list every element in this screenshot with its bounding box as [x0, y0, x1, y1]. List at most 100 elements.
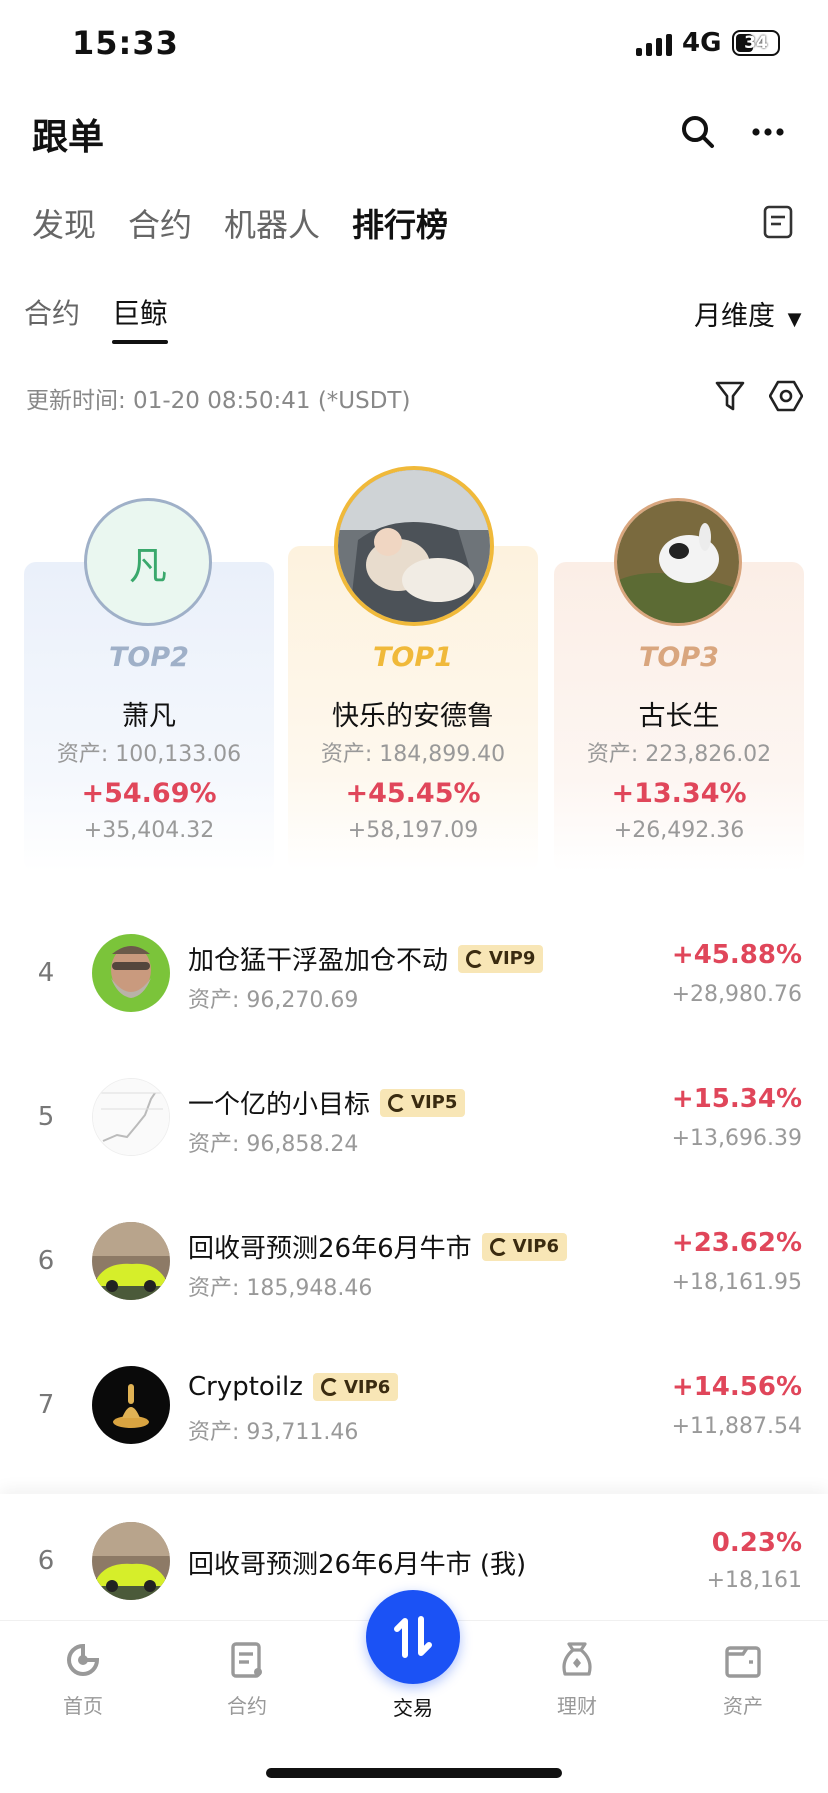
home-icon — [67, 1643, 100, 1676]
wallet-icon — [725, 1646, 761, 1678]
vip-label: VIP9 — [489, 948, 536, 969]
row-name[interactable]: 回收哥预测26年6月牛市 VIP6 — [188, 1228, 567, 1265]
row-pct: +14.56% — [671, 1372, 802, 1402]
filter-icon[interactable] — [710, 376, 750, 416]
vip-label: VIP6 — [343, 1376, 391, 1398]
vip-label: VIP5 — [411, 1092, 458, 1113]
more-icon[interactable] — [748, 112, 788, 152]
vip-icon — [489, 1237, 508, 1256]
signal-icon — [636, 34, 672, 56]
top1-pct: +45.45% — [345, 778, 481, 809]
my-rank: 6 — [37, 1546, 55, 1576]
status-time: 15:33 — [72, 24, 179, 62]
row-rank: 5 — [37, 1102, 55, 1132]
nav-assets[interactable]: 资产 — [688, 1640, 798, 1719]
row-assets: 资产: 96,270.69 — [188, 988, 359, 1013]
top2-pct: +54.69% — [81, 778, 217, 809]
caret-down-icon: ▼ — [787, 309, 802, 330]
row-pct: +15.34% — [671, 1084, 802, 1114]
row-name[interactable]: 一个亿的小目标 VIP5 — [188, 1084, 466, 1121]
subtab-underline — [112, 340, 168, 344]
nav-trade-label[interactable]: 交易 — [358, 1692, 468, 1721]
row-assets: 资产: 93,711.46 — [188, 1420, 359, 1445]
vip-badge: VIP6 — [481, 1232, 567, 1261]
row-name-text: 回收哥预测26年6月牛市 — [188, 1234, 472, 1264]
dimension-dropdown[interactable]: 月维度 ▼ — [694, 294, 801, 333]
vip-icon — [320, 1378, 339, 1396]
tab-leaderboard[interactable]: 排行榜 — [352, 200, 448, 246]
update-time: 更新时间: 01-20 08:50:41 (*USDT) — [26, 388, 411, 414]
avatar-top3[interactable] — [614, 498, 742, 626]
row-avatar[interactable] — [92, 1366, 170, 1444]
row-pnl: +18,161.95 — [671, 1270, 802, 1295]
vip-badge: VIP5 — [380, 1088, 466, 1117]
nav-home[interactable]: 首页 — [28, 1640, 138, 1719]
top2-pnl: +35,404.32 — [83, 818, 215, 843]
row-pct: +45.88% — [671, 940, 802, 970]
vip-badge: VIP9 — [458, 944, 544, 973]
avatar-top2[interactable]: 凡 — [84, 498, 212, 626]
top2-name: 萧凡 — [122, 701, 176, 732]
row-rank: 4 — [37, 958, 55, 988]
vip-icon — [388, 1093, 407, 1112]
my-name: 回收哥预测26年6月牛市 (我) — [188, 1550, 527, 1580]
search-icon[interactable] — [676, 110, 720, 154]
contract-icon — [231, 1642, 262, 1678]
row-assets: 资产: 185,948.46 — [188, 1276, 373, 1301]
row-name[interactable]: Cryptoilz VIP6 — [188, 1372, 399, 1402]
row-assets: 资产: 96,858.24 — [188, 1132, 359, 1157]
row-name-text: Cryptoilz — [188, 1372, 303, 1402]
avatar-top3-photo — [617, 501, 739, 623]
tab-robot[interactable]: 机器人 — [224, 200, 320, 246]
top2-assets: 资产: 100,133.06 — [56, 742, 242, 767]
page-title: 跟单 — [32, 117, 105, 158]
avatar-top1[interactable] — [334, 466, 494, 626]
top1-name: 快乐的安德鲁 — [332, 701, 494, 732]
tab-discover[interactable]: 发现 — [32, 200, 96, 246]
row-avatar[interactable] — [92, 1222, 170, 1300]
top1-label: TOP1 — [373, 642, 453, 673]
top1-pnl: +58,197.09 — [347, 818, 479, 843]
row-pct: +23.62% — [671, 1228, 802, 1258]
network-label: 4G — [682, 28, 722, 58]
battery-level: 34 — [744, 33, 768, 53]
nav-home-label: 首页 — [63, 1694, 103, 1718]
subtab-contract[interactable]: 合约 — [24, 292, 80, 332]
nav-wealth-label: 理财 — [557, 1694, 597, 1718]
top3-pnl: +26,492.36 — [613, 818, 745, 843]
row-name-text: 加仓猛干浮盈加仓不动 — [188, 946, 449, 976]
row-pnl: +11,887.54 — [671, 1414, 802, 1439]
top1-assets: 资产: 184,899.40 — [320, 742, 506, 767]
subtab-whale[interactable]: 巨鲸 — [112, 292, 168, 332]
row-pnl: +13,696.39 — [671, 1126, 802, 1151]
trade-icon — [394, 1616, 432, 1658]
battery-icon: 34 — [732, 30, 780, 56]
top3-name: 古长生 — [638, 701, 720, 732]
row-avatar[interactable] — [92, 934, 170, 1012]
row-avatar[interactable] — [92, 1078, 170, 1156]
wealth-icon — [562, 1642, 592, 1676]
row-rank: 6 — [37, 1246, 55, 1276]
top3-label: TOP3 — [639, 642, 719, 673]
my-pnl: +18,161 — [706, 1568, 802, 1593]
top3-assets: 资产: 223,826.02 — [586, 742, 772, 767]
row-pnl: +28,980.76 — [671, 982, 802, 1007]
record-icon[interactable] — [758, 202, 798, 242]
my-avatar[interactable] — [92, 1522, 170, 1600]
vip-label: VIP6 — [512, 1236, 559, 1257]
vip-icon — [466, 949, 485, 968]
tab-contract[interactable]: 合约 — [128, 200, 192, 246]
nav-assets-label: 资产 — [723, 1694, 763, 1718]
nav-wealth[interactable]: 理财 — [522, 1640, 632, 1719]
top2-label: TOP2 — [109, 642, 189, 673]
home-indicator — [266, 1768, 562, 1778]
row-name-text: 一个亿的小目标 — [188, 1090, 371, 1120]
vip-badge: VIP6 — [312, 1373, 399, 1401]
row-name[interactable]: 加仓猛干浮盈加仓不动 VIP9 — [188, 940, 544, 977]
top3-pct: +13.34% — [611, 778, 747, 809]
avatar-top2-letter: 凡 — [128, 543, 167, 588]
nav-contract-label: 合约 — [227, 1694, 267, 1718]
nav-contract[interactable]: 合约 — [192, 1640, 302, 1719]
settings-icon[interactable] — [766, 376, 806, 416]
trade-button[interactable] — [366, 1590, 460, 1684]
